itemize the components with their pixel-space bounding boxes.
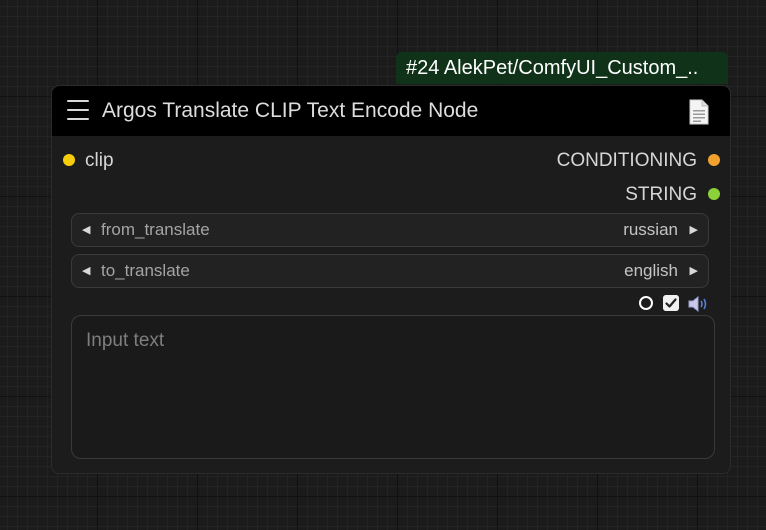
speaker-icon[interactable] <box>688 295 710 313</box>
clip-input-dot[interactable] <box>63 154 75 166</box>
string-output-dot[interactable] <box>708 188 720 200</box>
document-icon[interactable] <box>688 99 710 125</box>
hamburger-menu-icon[interactable] <box>67 100 89 120</box>
to-translate-name: to_translate <box>101 261 190 280</box>
node-source-badge: #24 AlekPet/ComfyUI_Custom_.. <box>396 52 728 84</box>
node-source-badge-text: #24 AlekPet/ComfyUI_Custom_.. <box>406 57 699 79</box>
argos-translate-node[interactable]: Argos Translate CLIP Text Encode Node cl… <box>51 85 731 474</box>
node-title-bar[interactable]: Argos Translate CLIP Text Encode Node <box>52 86 730 136</box>
from-translate-combo[interactable]: ◀ from_translate russian ▶ <box>71 213 709 247</box>
from-translate-value: russian <box>623 220 678 239</box>
text-toolbar <box>637 294 712 314</box>
conditioning-output-dot[interactable] <box>708 154 720 166</box>
circle-toggle-icon[interactable] <box>639 296 653 310</box>
node-title: Argos Translate CLIP Text Encode Node <box>102 99 479 122</box>
increment-arrow-icon[interactable]: ▶ <box>690 255 698 287</box>
input-text-area[interactable] <box>71 315 715 459</box>
decrement-arrow-icon[interactable]: ◀ <box>82 255 90 287</box>
to-translate-combo[interactable]: ◀ to_translate english ▶ <box>71 254 709 288</box>
string-output-label: STRING <box>625 184 697 205</box>
from-translate-name: from_translate <box>101 220 210 239</box>
clip-input-label: clip <box>85 150 114 171</box>
to-translate-value: english <box>624 261 678 280</box>
checkbox-icon[interactable] <box>663 295 679 311</box>
decrement-arrow-icon[interactable]: ◀ <box>82 214 90 246</box>
conditioning-output-label: CONDITIONING <box>556 150 697 171</box>
increment-arrow-icon[interactable]: ▶ <box>690 214 698 246</box>
